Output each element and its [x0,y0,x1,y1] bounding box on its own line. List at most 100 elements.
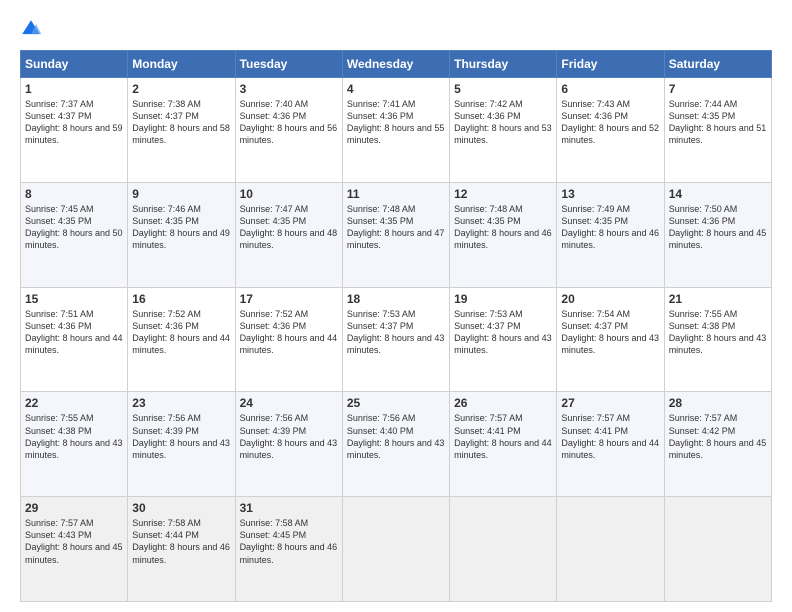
cell-info: Sunrise: 7:54 AM Sunset: 4:37 PM Dayligh… [561,308,659,357]
calendar-week-row: 15 Sunrise: 7:51 AM Sunset: 4:36 PM Dayli… [21,287,772,392]
cell-info: Sunrise: 7:38 AM Sunset: 4:37 PM Dayligh… [132,98,230,147]
day-number: 13 [561,187,659,201]
day-number: 18 [347,292,445,306]
calendar-cell: 1Sunrise: 7:37 AM Sunset: 4:37 PM Daylig… [21,78,128,183]
calendar-week-row: 22 Sunrise: 7:55 AM Sunset: 4:38 PM Dayli… [21,392,772,497]
calendar-cell: 13 Sunrise: 7:49 AM Sunset: 4:35 PM Dayli… [557,182,664,287]
calendar-cell: 14 Sunrise: 7:50 AM Sunset: 4:36 PM Dayli… [664,182,771,287]
calendar-cell: 11Sunrise: 7:48 AM Sunset: 4:35 PM Dayli… [342,182,449,287]
day-number: 20 [561,292,659,306]
cell-info: Sunrise: 7:44 AM Sunset: 4:35 PM Dayligh… [669,98,767,147]
cell-info: Sunrise: 7:57 AM Sunset: 4:41 PM Dayligh… [561,412,659,461]
calendar-cell: 29 Sunrise: 7:57 AM Sunset: 4:43 PM Dayli… [21,497,128,602]
day-number: 27 [561,396,659,410]
day-number: 3 [240,82,338,96]
page: SundayMondayTuesdayWednesdayThursdayFrid… [0,0,792,612]
day-number: 12 [454,187,552,201]
calendar-cell [342,497,449,602]
day-number: 28 [669,396,767,410]
day-number: 24 [240,396,338,410]
calendar-week-row: 8 Sunrise: 7:45 AM Sunset: 4:35 PM Daylig… [21,182,772,287]
day-number: 15 [25,292,123,306]
calendar-day-header: Sunday [21,51,128,78]
day-number: 21 [669,292,767,306]
day-number: 31 [240,501,338,515]
calendar-cell: 9 Sunrise: 7:46 AM Sunset: 4:35 PM Daylig… [128,182,235,287]
logo-icon [20,18,42,40]
calendar-day-header: Wednesday [342,51,449,78]
calendar-cell: 17 Sunrise: 7:52 AM Sunset: 4:36 PM Dayli… [235,287,342,392]
day-number: 8 [25,187,123,201]
cell-info: Sunrise: 7:58 AM Sunset: 4:44 PM Dayligh… [132,517,230,566]
calendar-week-row: 29 Sunrise: 7:57 AM Sunset: 4:43 PM Dayli… [21,497,772,602]
calendar-cell: 31 Sunrise: 7:58 AM Sunset: 4:45 PM Dayli… [235,497,342,602]
cell-info: Sunrise: 7:55 AM Sunset: 4:38 PM Dayligh… [669,308,767,357]
cell-info: Sunrise: 7:41 AM Sunset: 4:36 PM Dayligh… [347,98,445,147]
day-number: 2 [132,82,230,96]
cell-info: Sunrise: 7:56 AM Sunset: 4:39 PM Dayligh… [132,412,230,461]
cell-info: Sunrise: 7:55 AM Sunset: 4:38 PM Dayligh… [25,412,123,461]
calendar-cell: 23 Sunrise: 7:56 AM Sunset: 4:39 PM Dayli… [128,392,235,497]
calendar-cell: 21 Sunrise: 7:55 AM Sunset: 4:38 PM Dayli… [664,287,771,392]
calendar-cell: 7 Sunrise: 7:44 AM Sunset: 4:35 PM Daylig… [664,78,771,183]
calendar-cell: 22 Sunrise: 7:55 AM Sunset: 4:38 PM Dayli… [21,392,128,497]
cell-info: Sunrise: 7:50 AM Sunset: 4:36 PM Dayligh… [669,203,767,252]
cell-info: Sunrise: 7:48 AM Sunset: 4:35 PM Dayligh… [347,203,445,252]
day-number: 17 [240,292,338,306]
calendar-cell: 24 Sunrise: 7:56 AM Sunset: 4:39 PM Dayli… [235,392,342,497]
cell-info: Sunrise: 7:57 AM Sunset: 4:41 PM Dayligh… [454,412,552,461]
calendar-cell: 28 Sunrise: 7:57 AM Sunset: 4:42 PM Dayli… [664,392,771,497]
header [20,18,772,40]
cell-info: Sunrise: 7:57 AM Sunset: 4:43 PM Dayligh… [25,517,123,566]
day-number: 23 [132,396,230,410]
calendar-cell: 19 Sunrise: 7:53 AM Sunset: 4:37 PM Dayli… [450,287,557,392]
calendar-week-row: 1Sunrise: 7:37 AM Sunset: 4:37 PM Daylig… [21,78,772,183]
calendar-cell: 15 Sunrise: 7:51 AM Sunset: 4:36 PM Dayli… [21,287,128,392]
calendar-cell: 10 Sunrise: 7:47 AM Sunset: 4:35 PM Dayli… [235,182,342,287]
calendar-table: SundayMondayTuesdayWednesdayThursdayFrid… [20,50,772,602]
cell-info: Sunrise: 7:53 AM Sunset: 4:37 PM Dayligh… [454,308,552,357]
calendar-cell [557,497,664,602]
calendar-cell: 12 Sunrise: 7:48 AM Sunset: 4:35 PM Dayli… [450,182,557,287]
day-number: 9 [132,187,230,201]
cell-info: Sunrise: 7:47 AM Sunset: 4:35 PM Dayligh… [240,203,338,252]
day-number: 29 [25,501,123,515]
day-number: 25 [347,396,445,410]
calendar-cell: 8 Sunrise: 7:45 AM Sunset: 4:35 PM Daylig… [21,182,128,287]
cell-info: Sunrise: 7:46 AM Sunset: 4:35 PM Dayligh… [132,203,230,252]
calendar-cell: 2 Sunrise: 7:38 AM Sunset: 4:37 PM Daylig… [128,78,235,183]
day-number: 22 [25,396,123,410]
calendar-day-header: Saturday [664,51,771,78]
calendar-cell: 20 Sunrise: 7:54 AM Sunset: 4:37 PM Dayli… [557,287,664,392]
cell-info: Sunrise: 7:51 AM Sunset: 4:36 PM Dayligh… [25,308,123,357]
calendar-cell: 3Sunrise: 7:40 AM Sunset: 4:36 PM Daylig… [235,78,342,183]
day-number: 4 [347,82,445,96]
cell-info: Sunrise: 7:53 AM Sunset: 4:37 PM Dayligh… [347,308,445,357]
cell-info: Sunrise: 7:56 AM Sunset: 4:39 PM Dayligh… [240,412,338,461]
day-number: 19 [454,292,552,306]
day-number: 10 [240,187,338,201]
cell-info: Sunrise: 7:37 AM Sunset: 4:37 PM Dayligh… [25,98,123,147]
day-number: 14 [669,187,767,201]
calendar-cell: 16Sunrise: 7:52 AM Sunset: 4:36 PM Dayli… [128,287,235,392]
calendar-day-header: Friday [557,51,664,78]
cell-info: Sunrise: 7:58 AM Sunset: 4:45 PM Dayligh… [240,517,338,566]
day-number: 5 [454,82,552,96]
calendar-cell: 6Sunrise: 7:43 AM Sunset: 4:36 PM Daylig… [557,78,664,183]
day-number: 7 [669,82,767,96]
calendar-cell: 5 Sunrise: 7:42 AM Sunset: 4:36 PM Daylig… [450,78,557,183]
cell-info: Sunrise: 7:45 AM Sunset: 4:35 PM Dayligh… [25,203,123,252]
cell-info: Sunrise: 7:57 AM Sunset: 4:42 PM Dayligh… [669,412,767,461]
day-number: 6 [561,82,659,96]
cell-info: Sunrise: 7:56 AM Sunset: 4:40 PM Dayligh… [347,412,445,461]
logo [20,18,46,40]
calendar-header-row: SundayMondayTuesdayWednesdayThursdayFrid… [21,51,772,78]
cell-info: Sunrise: 7:49 AM Sunset: 4:35 PM Dayligh… [561,203,659,252]
calendar-cell: 25 Sunrise: 7:56 AM Sunset: 4:40 PM Dayli… [342,392,449,497]
cell-info: Sunrise: 7:42 AM Sunset: 4:36 PM Dayligh… [454,98,552,147]
cell-info: Sunrise: 7:52 AM Sunset: 4:36 PM Dayligh… [240,308,338,357]
calendar-cell: 26Sunrise: 7:57 AM Sunset: 4:41 PM Dayli… [450,392,557,497]
day-number: 16 [132,292,230,306]
cell-info: Sunrise: 7:48 AM Sunset: 4:35 PM Dayligh… [454,203,552,252]
calendar-cell: 30Sunrise: 7:58 AM Sunset: 4:44 PM Dayli… [128,497,235,602]
